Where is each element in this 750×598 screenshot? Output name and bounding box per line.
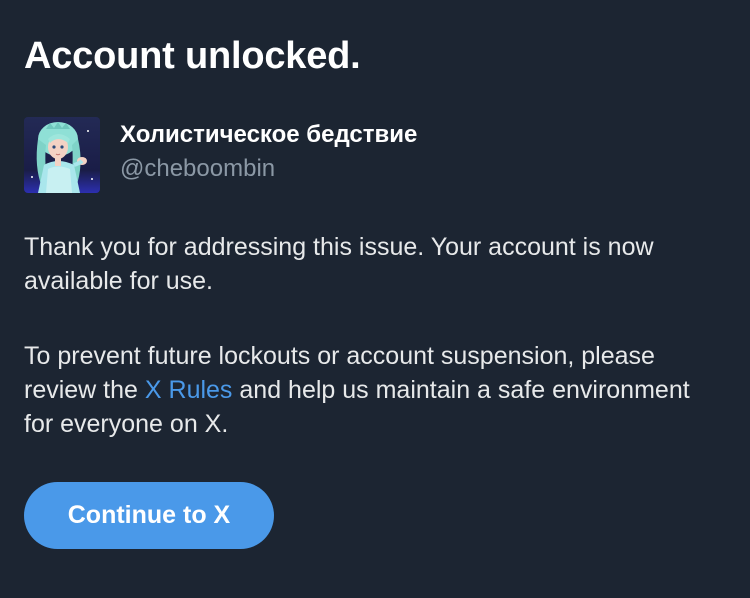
account-info: Холистическое бедствие @cheboombin <box>120 117 417 184</box>
rules-message: To prevent future lockouts or account su… <box>24 339 714 441</box>
x-rules-link[interactable]: X Rules <box>145 376 233 404</box>
account-card: Холистическое бедствие @cheboombin <box>24 117 417 193</box>
confirmation-message: Thank you for addressing this issue. You… <box>24 233 654 295</box>
continue-button[interactable]: Continue to X <box>24 482 274 549</box>
page-title: Account unlocked. <box>24 35 361 77</box>
display-name: Холистическое бедствие <box>120 121 418 148</box>
avatar <box>24 117 100 193</box>
account-unlocked-page: Account unlocked. Холистическое бедствие… <box>0 0 750 598</box>
account-handle: @cheboombin <box>120 155 276 182</box>
anime-character-avatar-icon <box>24 117 100 193</box>
